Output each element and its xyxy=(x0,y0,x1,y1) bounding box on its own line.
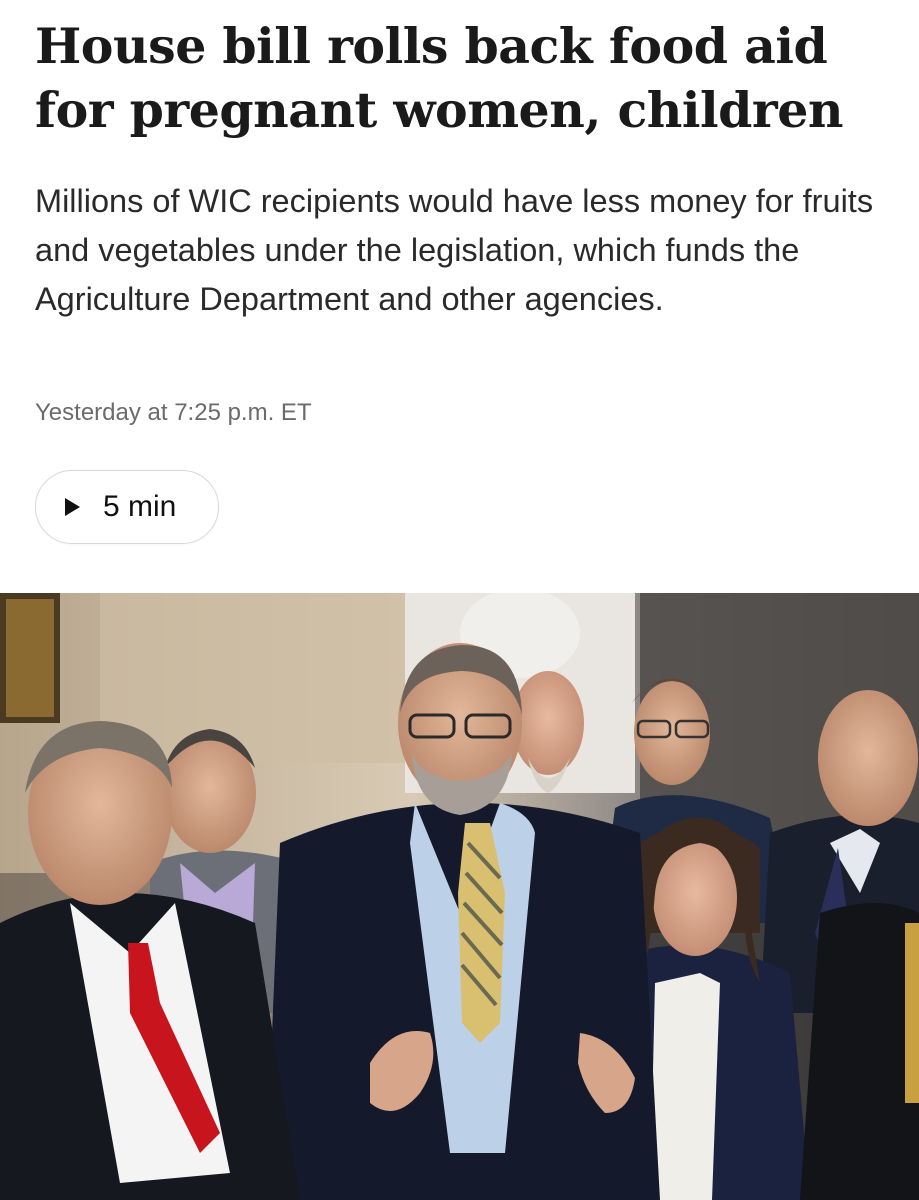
lead-photo[interactable] xyxy=(0,593,919,1200)
headline[interactable]: House bill rolls back food aid for pregn… xyxy=(35,14,895,142)
article-dek: Millions of WIC recipients would have le… xyxy=(35,183,874,317)
listen-button[interactable]: 5 min xyxy=(35,470,219,544)
listen-duration-label: 5 min xyxy=(103,490,177,523)
lead-photo-image xyxy=(0,593,919,1200)
timestamp: Yesterday at 7:25 p.m. ET xyxy=(35,399,312,426)
play-icon xyxy=(65,498,80,516)
article: House bill rolls back food aid for pregn… xyxy=(0,0,919,1200)
